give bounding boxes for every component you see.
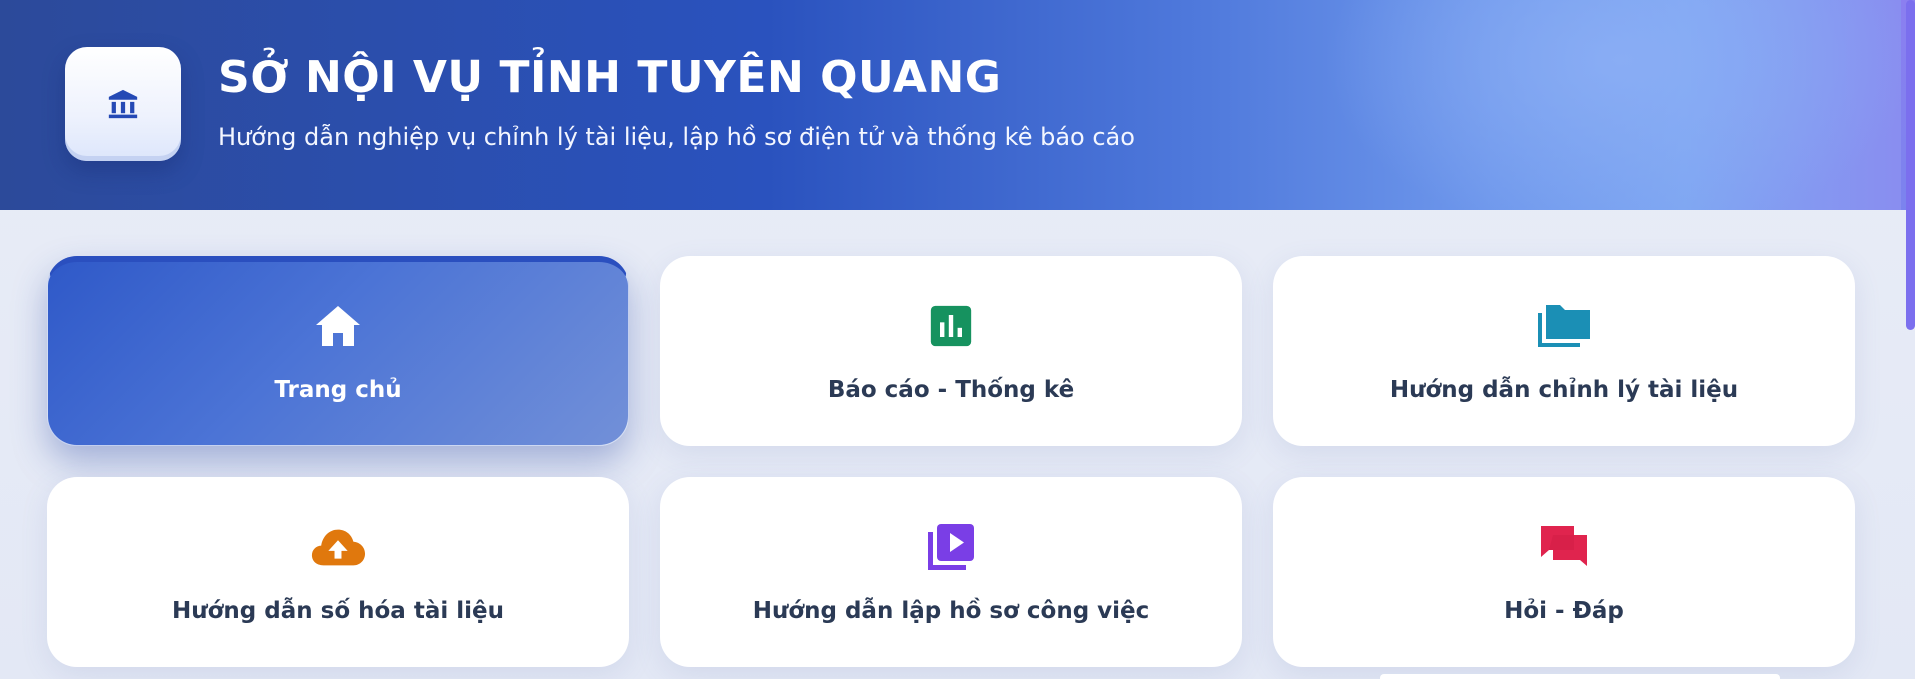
logo[interactable]: [65, 47, 181, 161]
chat-icon: [1536, 519, 1592, 575]
menu-card-label: Hướng dẫn số hóa tài liệu: [172, 598, 504, 624]
header-banner: SỞ NỘI VỤ TỈNH TUYÊN QUANG Hướng dẫn ngh…: [0, 0, 1915, 210]
partial-card-edge: [1380, 674, 1780, 679]
cloud-upload-icon: [310, 519, 366, 575]
folders-icon: [1536, 298, 1592, 354]
menu-card-label: Trang chủ: [274, 377, 402, 403]
menu-card-label: Báo cáo - Thống kê: [827, 377, 1075, 403]
home-icon: [310, 298, 366, 354]
menu-card-label: Hỏi - Đáp: [1504, 598, 1624, 624]
page-subtitle: Hướng dẫn nghiệp vụ chỉnh lý tài liệu, l…: [218, 123, 1135, 151]
menu-card-home[interactable]: Trang chủ: [47, 256, 629, 446]
scrollbar[interactable]: [1901, 0, 1915, 679]
page-title: SỞ NỘI VỤ TỈNH TUYÊN QUANG: [218, 52, 1002, 103]
institution-icon: [108, 89, 138, 119]
menu-card-digitization[interactable]: Hướng dẫn số hóa tài liệu: [47, 477, 629, 667]
video-library-icon: [923, 519, 979, 575]
menu-card-work-records[interactable]: Hướng dẫn lập hồ sơ công việc: [660, 477, 1242, 667]
menu-card-document-arrangement[interactable]: Hướng dẫn chỉnh lý tài liệu: [1273, 256, 1855, 446]
bar-chart-icon: [923, 298, 979, 354]
menu-card-label: Hướng dẫn chỉnh lý tài liệu: [1389, 377, 1739, 403]
menu-card-label: Hướng dẫn lập hồ sơ công việc: [752, 598, 1150, 624]
menu-card-faq[interactable]: Hỏi - Đáp: [1273, 477, 1855, 667]
menu-card-reports[interactable]: Báo cáo - Thống kê: [660, 256, 1242, 446]
scrollbar-thumb[interactable]: [1906, 0, 1915, 330]
page: SỞ NỘI VỤ TỈNH TUYÊN QUANG Hướng dẫn ngh…: [0, 0, 1915, 679]
